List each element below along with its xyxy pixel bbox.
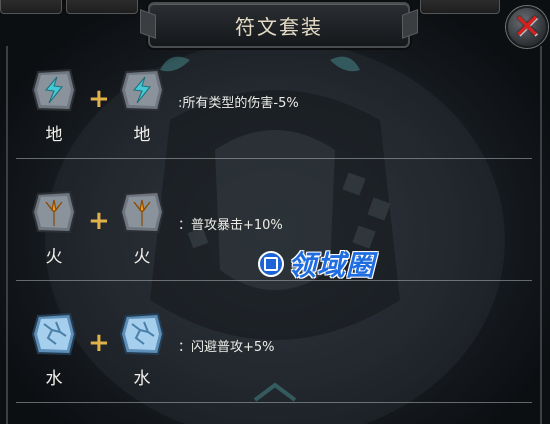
plus-sign: + (88, 328, 110, 358)
close-icon: ✕ (512, 7, 542, 47)
lightning-rune-icon[interactable] (118, 66, 166, 114)
set-effect-text: ：普攻暴击+10% (178, 218, 283, 233)
tab-left[interactable] (0, 0, 62, 14)
flame-rune-icon[interactable] (118, 188, 166, 236)
rune-label-b: 水 (133, 369, 151, 389)
close-button[interactable]: ✕ (506, 6, 548, 48)
row-divider (16, 402, 532, 403)
watermark: 领域圈 (258, 244, 375, 284)
plus-sign: + (88, 206, 110, 236)
rune-set-panel: 地 + 地 :所有类型的伤害-5% 火 + 火 ：普攻暴击+10% 水 + 水 … (6, 46, 542, 424)
tab-right[interactable] (420, 0, 500, 14)
row-divider (16, 158, 532, 159)
tab-middle[interactable] (66, 0, 138, 14)
rune-label-b: 地 (133, 125, 151, 145)
page-title: 符文套装 (235, 14, 323, 39)
watermark-text: 领域圈 (288, 249, 376, 282)
title-plate: 符文套装 (148, 2, 410, 48)
rune-set-screen: 符文套装 ✕ 地 + 地 :所有类型的伤害-5% 火 + 火 ：普攻暴击+10%… (0, 0, 550, 424)
rune-label-a: 水 (45, 369, 63, 389)
crack-rune-icon[interactable] (30, 310, 78, 358)
watermark-logo-icon (258, 251, 284, 277)
flame-rune-icon[interactable] (30, 188, 78, 236)
rune-set-row-water: 水 + 水 ：闪避普攻+5% (8, 298, 540, 416)
set-effect-text: :所有类型的伤害-5% (178, 96, 299, 111)
set-effect-text: ：闪避普攻+5% (178, 340, 275, 355)
rune-label-a: 火 (45, 247, 63, 267)
rune-label-a: 地 (45, 125, 63, 145)
plus-sign: + (88, 84, 110, 114)
rune-label-b: 火 (133, 247, 151, 267)
lightning-rune-icon[interactable] (30, 66, 78, 114)
rune-set-row-earth: 地 + 地 :所有类型的伤害-5% (8, 54, 540, 172)
crack-rune-icon[interactable] (118, 310, 166, 358)
